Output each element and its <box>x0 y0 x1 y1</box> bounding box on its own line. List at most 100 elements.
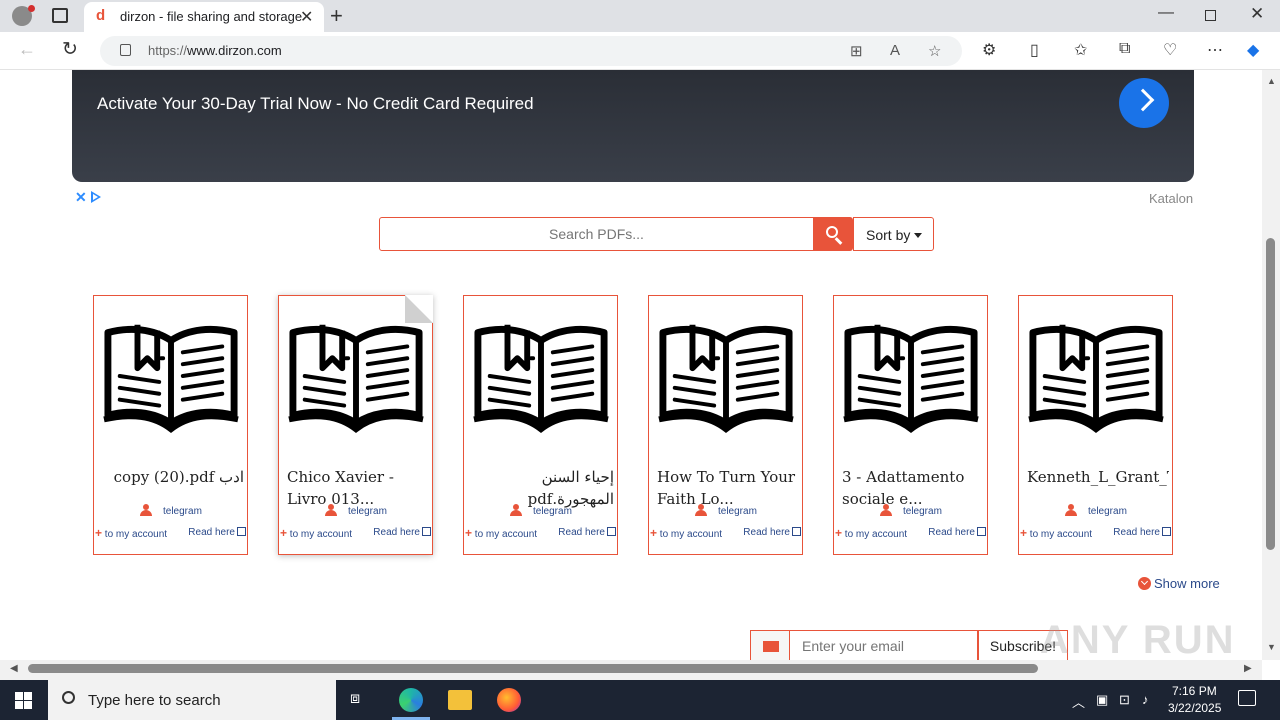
add-to-account-link[interactable]: + to my account <box>650 526 722 540</box>
tab-active[interactable]: d dirzon - file sharing and storage ✕ <box>84 2 324 32</box>
search-icon <box>62 691 75 704</box>
ad-text: Activate Your 30-Day Trial Now - No Cred… <box>97 94 534 113</box>
user-icon <box>1065 504 1077 516</box>
performance-icon[interactable]: ♡ <box>1163 40 1177 60</box>
back-arrow-icon[interactable]: ← <box>18 39 36 60</box>
email-field[interactable] <box>789 630 978 660</box>
tray-chevron-icon[interactable]: ︿ <box>1072 692 1085 711</box>
extensions-icon[interactable]: ⚙ <box>982 40 996 60</box>
notification-icon[interactable] <box>1238 690 1256 706</box>
card-author[interactable]: telegram <box>163 506 202 517</box>
sort-label: Sort by <box>866 227 911 243</box>
open-book-icon[interactable] <box>287 318 425 434</box>
split-screen-icon[interactable]: ▯ <box>1030 40 1039 60</box>
volume-icon[interactable]: ♪ <box>1142 692 1149 707</box>
read-here-link[interactable]: Read here <box>558 526 616 538</box>
card-author[interactable]: telegram <box>348 506 387 517</box>
favorites-icon[interactable]: ✩ <box>1074 40 1087 60</box>
user-icon <box>140 504 152 516</box>
add-to-account-link[interactable]: + to my account <box>1020 526 1092 540</box>
copilot-icon[interactable]: ◆ <box>1247 40 1259 60</box>
card-author[interactable]: telegram <box>533 506 572 517</box>
card-title[interactable]: إحياء السنن المهجورة.pdf <box>472 466 614 510</box>
search-input[interactable] <box>379 217 814 251</box>
ad-close-icon[interactable]: ✕ <box>75 189 87 206</box>
read-here-link[interactable]: Read here <box>743 526 801 538</box>
clock-date[interactable]: 3/22/2025 <box>1168 701 1221 715</box>
network-icon[interactable]: ⊡ <box>1119 692 1130 708</box>
new-tab-icon[interactable]: + <box>330 3 343 29</box>
clock-time[interactable]: 7:16 PM <box>1172 684 1217 698</box>
taskbar-search[interactable]: Type here to search <box>48 680 336 720</box>
open-book-icon[interactable] <box>102 318 240 434</box>
ad-choices-inner <box>93 194 98 200</box>
ad-brand[interactable]: Katalon <box>1149 191 1193 206</box>
add-to-account-link[interactable]: + to my account <box>465 526 537 540</box>
scroll-down-icon[interactable]: ▼ <box>1267 642 1276 652</box>
horizontal-scrollbar[interactable]: ◀ ▶ <box>0 660 1262 680</box>
search-icon-handle <box>834 237 843 245</box>
open-book-icon[interactable] <box>472 318 610 434</box>
tab-close-icon[interactable]: ✕ <box>300 7 313 27</box>
windows-start-icon[interactable] <box>15 692 32 709</box>
read-here-link[interactable]: Read here <box>373 526 431 538</box>
card-author[interactable]: telegram <box>718 506 757 517</box>
pdf-card[interactable]: إحياء السنن المهجورة.pdf telegram + to m… <box>463 295 618 555</box>
horizontal-scroll-thumb[interactable] <box>28 664 1038 673</box>
vertical-scroll-thumb[interactable] <box>1266 238 1275 550</box>
firefox-icon[interactable] <box>497 688 521 712</box>
ad-arrow-button[interactable] <box>1119 78 1169 128</box>
card-title[interactable]: Kenneth_L_Grant_Trading_R... <box>1027 466 1169 488</box>
pdf-card[interactable]: 3 - Adattamento sociale e... telegram + … <box>833 295 988 555</box>
reload-icon[interactable]: ↻ <box>62 38 78 61</box>
card-title[interactable]: ادب copy (20).pdf <box>102 466 244 488</box>
dirzon-favicon-icon: d <box>96 7 106 24</box>
card-author[interactable]: telegram <box>903 506 942 517</box>
tab-actions-icon[interactable] <box>52 8 68 23</box>
add-to-account-link[interactable]: + to my account <box>280 526 352 540</box>
url-field[interactable]: https://www.dirzon.com ⊞ A ☆ <box>100 36 962 66</box>
vertical-scrollbar[interactable]: ▲ ▼ <box>1262 70 1280 660</box>
tray-app-icon[interactable]: ▣ <box>1096 692 1108 708</box>
add-to-account-link[interactable]: + to my account <box>835 526 907 540</box>
search-button[interactable] <box>814 217 853 251</box>
pdf-card[interactable]: How To Turn Your Faith Lo... telegram + … <box>648 295 803 555</box>
card-author[interactable]: telegram <box>1088 506 1127 517</box>
collections-icon[interactable]: ⧉ <box>1119 40 1130 58</box>
file-explorer-icon[interactable] <box>448 690 472 710</box>
plus-icon: + <box>280 526 288 540</box>
open-book-icon[interactable] <box>657 318 795 434</box>
more-options-icon[interactable]: ⋯ <box>1207 40 1223 60</box>
card-title[interactable]: 3 - Adattamento sociale e... <box>842 466 984 510</box>
maximize-icon[interactable] <box>1205 10 1216 21</box>
card-title[interactable]: Chico Xavier - Livro 013... <box>287 466 429 510</box>
pdf-card[interactable]: ادب copy (20).pdf telegram + to my accou… <box>93 295 248 555</box>
minimize-icon[interactable]: — <box>1158 4 1174 22</box>
scroll-right-icon[interactable]: ▶ <box>1244 663 1252 674</box>
external-link-icon <box>792 527 801 536</box>
open-book-icon[interactable] <box>842 318 980 434</box>
pdf-card[interactable]: Kenneth_L_Grant_Trading_R... telegram + … <box>1018 295 1173 555</box>
read-aloud-icon[interactable]: A <box>890 42 900 59</box>
lock-icon[interactable] <box>120 44 131 56</box>
show-more-link[interactable]: Show more <box>1138 575 1220 591</box>
read-here-link[interactable]: Read here <box>188 526 246 538</box>
open-book-icon[interactable] <box>1027 318 1165 434</box>
plus-icon: + <box>1020 526 1028 540</box>
window-close-icon[interactable]: ✕ <box>1250 4 1264 24</box>
task-view-icon[interactable]: ⧈ <box>350 690 374 714</box>
pdf-card[interactable]: Chico Xavier - Livro 013... telegram + t… <box>278 295 433 555</box>
edge-browser-icon[interactable] <box>399 688 423 712</box>
scroll-left-icon[interactable]: ◀ <box>10 663 18 674</box>
read-here-link[interactable]: Read here <box>928 526 986 538</box>
external-link-icon <box>607 527 616 536</box>
tab-bar: d dirzon - file sharing and storage ✕ + … <box>0 0 1280 32</box>
app-available-icon[interactable]: ⊞ <box>850 42 863 60</box>
add-to-account-link[interactable]: + to my account <box>95 526 167 540</box>
ad-banner[interactable]: Activate Your 30-Day Trial Now - No Cred… <box>72 70 1194 182</box>
scroll-up-icon[interactable]: ▲ <box>1267 76 1276 86</box>
card-title[interactable]: How To Turn Your Faith Lo... <box>657 466 799 510</box>
sort-dropdown[interactable]: Sort by <box>853 217 934 251</box>
read-here-link[interactable]: Read here <box>1113 526 1171 538</box>
favorite-star-icon[interactable]: ☆ <box>928 42 941 60</box>
